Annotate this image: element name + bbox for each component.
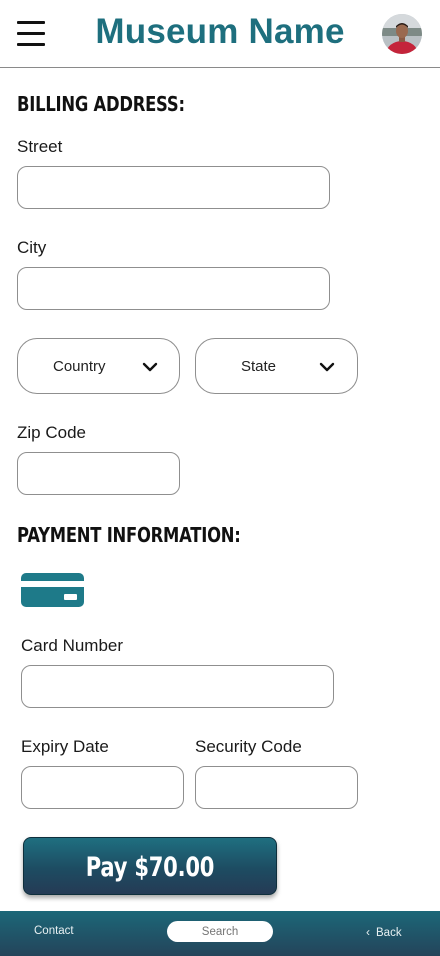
street-input[interactable] [17, 166, 330, 209]
search-input[interactable] [167, 921, 273, 942]
payment-information-heading: Payment Information: [17, 523, 241, 547]
expiry-date-label: Expiry Date [21, 737, 109, 756]
site-title: Museum Name [95, 12, 345, 51]
credit-card-icon [21, 573, 84, 612]
pay-button[interactable]: Pay $70.00 [23, 837, 277, 895]
chevron-left-icon: ‹ [366, 925, 370, 939]
state-select-label: State [241, 358, 277, 375]
card-number-label: Card Number [21, 636, 124, 655]
zip-code-label: Zip Code [17, 423, 86, 442]
security-code-input[interactable] [195, 766, 358, 809]
state-select[interactable]: State [195, 338, 358, 394]
zip-code-input[interactable] [17, 452, 180, 495]
street-label: Street [17, 137, 63, 156]
chevron-down-icon [142, 362, 158, 372]
pay-button-label: Pay $70.00 [85, 852, 215, 883]
back-label: Back [376, 927, 402, 939]
user-avatar[interactable] [382, 14, 422, 54]
back-link[interactable]: ‹ Back [366, 925, 402, 939]
security-code-label: Security Code [195, 737, 302, 756]
country-select-label: Country [53, 358, 106, 375]
country-select[interactable]: Country [17, 338, 180, 394]
expiry-date-input[interactable] [21, 766, 184, 809]
chevron-down-icon [319, 362, 335, 372]
footer-bar: Contact ‹ Back [0, 911, 440, 956]
city-input[interactable] [17, 267, 330, 310]
billing-address-heading: Billing Address: [17, 92, 185, 116]
card-number-input[interactable] [21, 665, 334, 708]
contact-link[interactable]: Contact [34, 925, 74, 937]
app-header: Museum Name [0, 0, 440, 68]
city-label: City [17, 238, 47, 257]
